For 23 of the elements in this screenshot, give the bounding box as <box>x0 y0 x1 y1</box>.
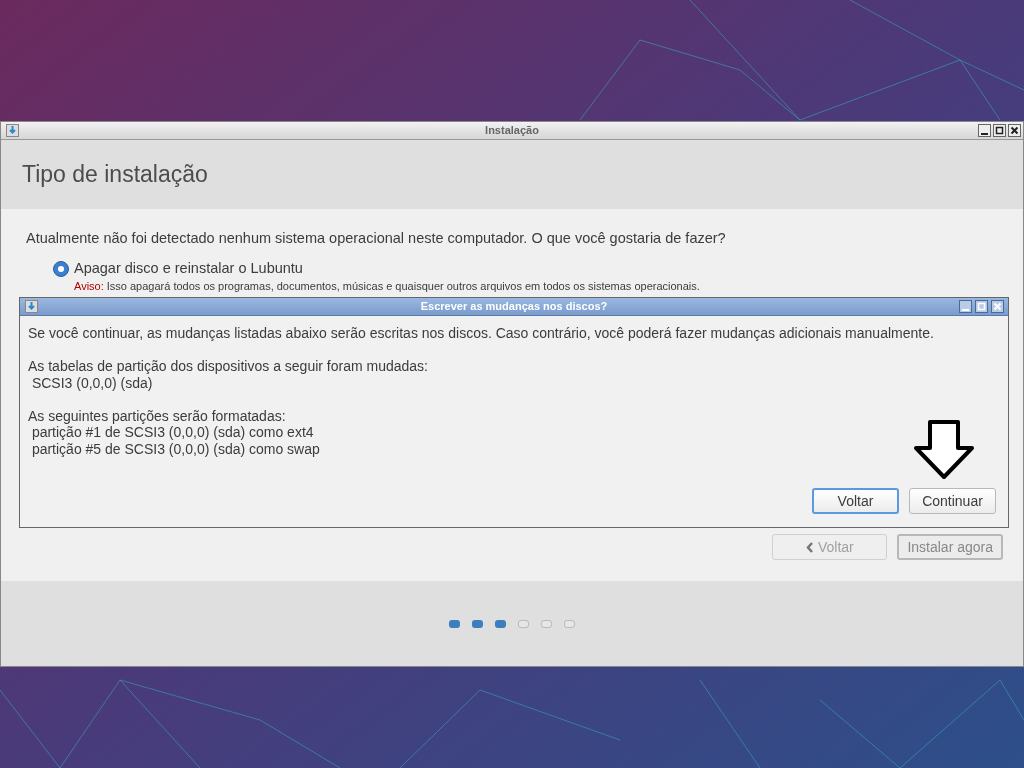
chevron-left-icon <box>806 541 814 553</box>
dialog-text: SCSI3 (0,0,0) (sda) <box>30 374 154 391</box>
maximize-icon[interactable] <box>993 124 1006 137</box>
warning-text: Isso apagará todos os programas, documentos, músicas e quaisquer outros arquivos em todos os sistemas operacionais. <box>106 279 700 293</box>
dialog-text: As seguintes partições serão formatadas: <box>28 407 287 424</box>
dialog-text: Se você continuar, as mudanças listadas abaixo serão escritas nos discos. Caso contrário, você poderá fazer mudanças adicionais manualmente. <box>28 325 935 342</box>
dialog-text: As tabelas de partição dos dispositivos a seguir foram mudadas: <box>28 358 429 375</box>
installer-icon <box>6 124 19 137</box>
option-label[interactable]: Apagar disco e reinstalar o Lubuntu <box>74 257 303 280</box>
dialog-text: partição #5 de SCSI3 (0,0,0) (sda) como swap <box>30 440 321 457</box>
page-title: Tipo de instalação <box>22 160 208 190</box>
down-arrow-drawing <box>913 420 975 480</box>
installer-icon <box>25 300 38 313</box>
dialog-text: partição #1 de SCSI3 (0,0,0) (sda) como ext4 <box>30 424 315 441</box>
dialog-title: Escrever as mudanças nos discos? <box>420 299 608 315</box>
window-title: Instalação <box>485 123 539 139</box>
dialog-button[interactable]: Voltar <box>812 488 899 514</box>
radio-button[interactable] <box>53 260 69 277</box>
warning-label: Aviso: <box>74 279 104 293</box>
close-icon[interactable] <box>1008 124 1021 137</box>
minimize-icon[interactable] <box>978 124 991 137</box>
question-text: Atualmente não foi detectado nenhum sistema operacional neste computador. O que você gostaria de fazer? <box>26 229 727 248</box>
dialog-button[interactable]: Continuar <box>909 488 996 514</box>
